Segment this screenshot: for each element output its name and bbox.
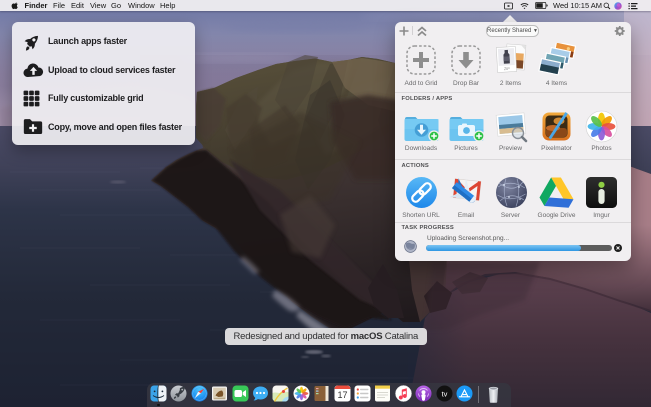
- svg-text:ZIP: ZIP: [504, 67, 511, 71]
- svg-text:tv: tv: [441, 390, 447, 399]
- svg-text:17: 17: [337, 390, 347, 400]
